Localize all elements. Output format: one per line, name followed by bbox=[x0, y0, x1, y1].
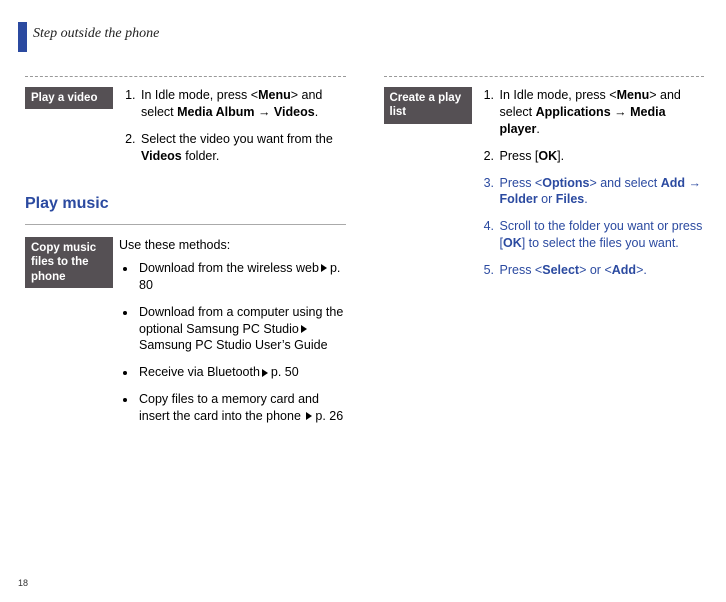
text: > or < bbox=[579, 263, 612, 277]
bullet-memory-card: Copy files to a memory card and insert t… bbox=[137, 391, 346, 425]
header-accent-bar bbox=[18, 22, 27, 52]
copy-music-block: Copy music files to the phone Use these … bbox=[25, 237, 346, 435]
page-number: 18 bbox=[18, 578, 28, 588]
play-music-rule bbox=[25, 224, 346, 225]
menu-key: Menu bbox=[258, 88, 291, 102]
text: ] to select the files you want. bbox=[522, 236, 679, 250]
text: ]. bbox=[557, 149, 564, 163]
left-dashed-rule bbox=[25, 76, 346, 87]
text: >. bbox=[636, 263, 647, 277]
create-playlist-label: Create a play list bbox=[384, 87, 472, 124]
bullet-download-pc: Download from a computer using the optio… bbox=[137, 304, 346, 355]
copy-music-intro: Use these methods: bbox=[119, 237, 346, 254]
add: Add bbox=[661, 176, 685, 190]
text: . bbox=[584, 192, 587, 206]
videos: Videos bbox=[274, 105, 315, 119]
play-video-step-2: Select the video you want from the Video… bbox=[139, 131, 346, 165]
playlist-step-1: In Idle mode, press <Menu> and select Ap… bbox=[498, 87, 705, 138]
text: or bbox=[538, 192, 556, 206]
play-video-block: Play a video In Idle mode, press <Menu> … bbox=[25, 87, 346, 175]
text: In Idle mode, press < bbox=[141, 88, 258, 102]
arrow: → bbox=[685, 176, 701, 190]
folder: Folder bbox=[500, 192, 538, 206]
media-album: Media Album bbox=[177, 105, 254, 119]
play-video-content: In Idle mode, press <Menu> and select Me… bbox=[119, 87, 346, 175]
text: > and select bbox=[589, 176, 660, 190]
play-video-label: Play a video bbox=[25, 87, 113, 109]
page-ref: p. 50 bbox=[271, 365, 299, 379]
text: . bbox=[536, 122, 539, 136]
playlist-step-5: Press <Select> or <Add>. bbox=[498, 262, 705, 279]
playlist-step-4: Scroll to the folder you want or press [… bbox=[498, 218, 705, 252]
arrow: → bbox=[254, 105, 273, 119]
create-playlist-block: Create a play list In Idle mode, press <… bbox=[384, 87, 705, 289]
play-music-heading: Play music bbox=[25, 193, 346, 215]
guide-ref: Samsung PC Studio User’s Guide bbox=[139, 338, 328, 352]
copy-music-content: Use these methods: Download from the wir… bbox=[119, 237, 346, 435]
playlist-step-3: Press <Options> and select Add → Folder … bbox=[498, 175, 705, 209]
videos-folder: Videos bbox=[141, 149, 182, 163]
left-column: Play a video In Idle mode, press <Menu> … bbox=[25, 76, 346, 542]
triangle-icon bbox=[321, 264, 327, 272]
arrow: → bbox=[611, 105, 630, 119]
ok-key: OK bbox=[503, 236, 522, 250]
files: Files bbox=[556, 192, 585, 206]
page-ref: p. 26 bbox=[315, 409, 343, 423]
copy-music-bullets: Download from the wireless webp. 80 Down… bbox=[119, 260, 346, 425]
right-dashed-rule bbox=[384, 76, 705, 87]
text: In Idle mode, press < bbox=[500, 88, 617, 102]
play-video-steps: In Idle mode, press <Menu> and select Me… bbox=[119, 87, 346, 165]
bullet-download-web: Download from the wireless webp. 80 bbox=[137, 260, 346, 294]
text: Press < bbox=[500, 263, 543, 277]
text: Receive via Bluetooth bbox=[139, 365, 260, 379]
text: Press < bbox=[500, 176, 543, 190]
copy-music-label: Copy music files to the phone bbox=[25, 237, 113, 288]
text: . bbox=[315, 105, 318, 119]
play-video-step-1: In Idle mode, press <Menu> and select Me… bbox=[139, 87, 346, 121]
text: Press [ bbox=[500, 149, 539, 163]
page-header-title: Step outside the phone bbox=[33, 26, 159, 42]
ok-key: OK bbox=[538, 149, 557, 163]
right-column: Create a play list In Idle mode, press <… bbox=[384, 76, 705, 542]
applications: Applications bbox=[536, 105, 611, 119]
content-columns: Play a video In Idle mode, press <Menu> … bbox=[25, 76, 704, 542]
triangle-icon bbox=[262, 369, 268, 377]
options-key: Options bbox=[542, 176, 589, 190]
triangle-icon bbox=[306, 412, 312, 420]
playlist-step-2: Press [OK]. bbox=[498, 148, 705, 165]
text: Download from a computer using the optio… bbox=[139, 305, 343, 336]
menu-key: Menu bbox=[617, 88, 650, 102]
text: Download from the wireless web bbox=[139, 261, 319, 275]
create-playlist-content: In Idle mode, press <Menu > and select Ap… bbox=[478, 87, 705, 289]
bullet-bluetooth: Receive via Bluetooth p. 50 bbox=[137, 364, 346, 381]
text: Select the video you want from the bbox=[141, 132, 333, 146]
add-key: Add bbox=[612, 263, 636, 277]
select-key: Select bbox=[542, 263, 579, 277]
create-playlist-steps: In Idle mode, press <Menu > and select Ap… bbox=[478, 87, 705, 279]
text: folder. bbox=[182, 149, 220, 163]
triangle-icon bbox=[301, 325, 307, 333]
text: Copy files to a memory card and insert t… bbox=[139, 392, 319, 423]
